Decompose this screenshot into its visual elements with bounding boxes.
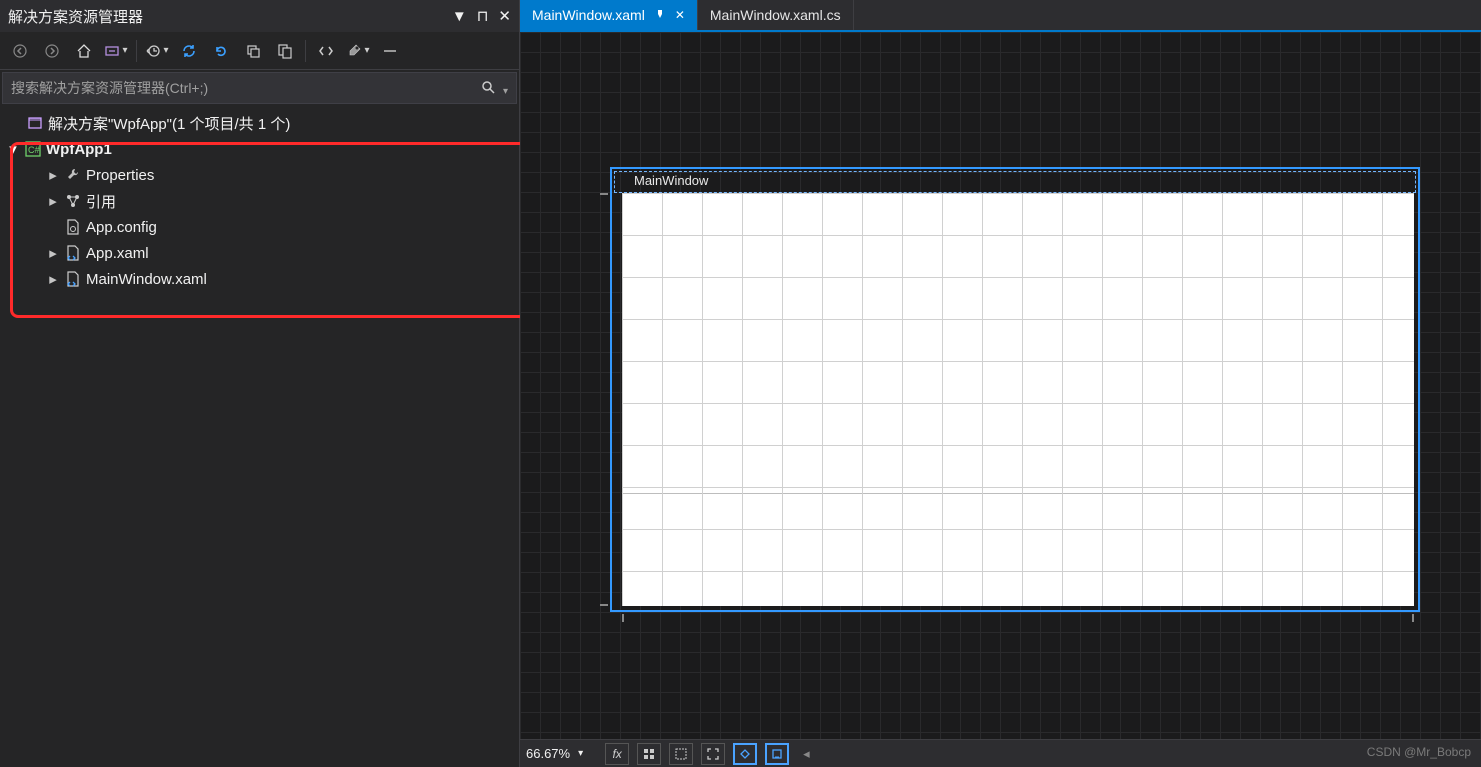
panel-toolbar: ▾ ▾ ▾ xyxy=(0,32,519,70)
panel-titlebar: 解决方案资源管理器 ▼ ⊓ ✕ xyxy=(0,0,519,32)
toolbar-separator xyxy=(305,40,306,62)
grid-snap-button[interactable] xyxy=(637,743,661,765)
zoom-level[interactable]: 66.67% xyxy=(526,746,570,761)
pin-icon[interactable]: ⊓ xyxy=(477,7,489,25)
expand-arrow-icon[interactable]: ▸ xyxy=(46,166,60,184)
csharp-project-icon: C# xyxy=(24,140,42,158)
xaml-file-icon xyxy=(64,270,82,288)
wrench-button[interactable] xyxy=(376,37,404,65)
search-input[interactable]: 搜索解决方案资源管理器(Ctrl+;) ▾ xyxy=(2,72,517,104)
tree-item-label: App.xaml xyxy=(86,245,149,262)
tree-item-appconfig[interactable]: App.config xyxy=(0,214,519,240)
document-tabs: MainWindow.xaml ✕ MainWindow.xaml.cs xyxy=(520,0,1481,32)
references-icon xyxy=(64,192,82,210)
history-button[interactable]: ▾ xyxy=(143,37,171,65)
home-button[interactable] xyxy=(70,37,98,65)
xaml-designer[interactable]: MainWindow xyxy=(520,32,1481,739)
tree-project-node[interactable]: ▾ C# WpfApp1 xyxy=(0,136,519,162)
solution-icon xyxy=(26,114,44,132)
tree-solution-label: 解决方案"WpfApp"(1 个项目/共 1 个) xyxy=(48,113,290,134)
tree-item-label: App.config xyxy=(86,219,157,236)
collapse-all-button[interactable] xyxy=(239,37,267,65)
solution-switch-button[interactable]: ▾ xyxy=(102,37,130,65)
ruler-mark xyxy=(1412,614,1414,622)
sync-button[interactable] xyxy=(175,37,203,65)
expand-arrow-icon[interactable]: ▾ xyxy=(6,140,20,158)
chevron-down-icon: ▾ xyxy=(364,45,369,56)
close-icon[interactable]: ✕ xyxy=(675,8,685,22)
tree-item-appxaml[interactable]: ▸ App.xaml xyxy=(0,240,519,266)
expand-arrow-icon[interactable]: ▸ xyxy=(46,192,60,210)
dropdown-icon[interactable]: ▼ xyxy=(452,8,467,25)
designer-window-titlebar: MainWindow xyxy=(612,169,1418,191)
editor-area: MainWindow.xaml ✕ MainWindow.xaml.cs Mai… xyxy=(520,0,1481,767)
snap-lines-button[interactable] xyxy=(669,743,693,765)
expand-arrow-icon[interactable]: ▸ xyxy=(46,244,60,262)
wrench-icon xyxy=(64,166,82,184)
svg-text:C#: C# xyxy=(28,145,40,155)
tree-item-references[interactable]: ▸ 引用 xyxy=(0,188,519,214)
refresh-button[interactable] xyxy=(207,37,235,65)
close-icon[interactable]: ✕ xyxy=(498,7,511,25)
ruler-mark xyxy=(600,193,608,195)
search-icon: ▾ xyxy=(481,80,508,97)
tab-mainwindow-xaml-cs[interactable]: MainWindow.xaml.cs xyxy=(698,0,854,30)
effects-button[interactable]: fx xyxy=(605,743,629,765)
chevron-down-icon[interactable]: ▾ xyxy=(578,748,583,759)
nav-forward-button[interactable] xyxy=(38,37,66,65)
tree-item-label: Properties xyxy=(86,167,154,184)
solution-tree: 解决方案"WpfApp"(1 个项目/共 1 个) ▾ C# WpfApp1 ▸… xyxy=(0,106,519,767)
designer-window-frame[interactable]: MainWindow xyxy=(610,167,1420,612)
expand-arrow-icon[interactable]: ▸ xyxy=(46,270,60,288)
designer-statusbar: 66.67% ▾ fx ◂ xyxy=(520,739,1481,767)
show-all-files-button[interactable] xyxy=(271,37,299,65)
toggle-code-button[interactable] xyxy=(765,743,789,765)
properties-button[interactable]: ▾ xyxy=(344,37,372,65)
tab-label: MainWindow.xaml xyxy=(532,7,645,23)
fit-selection-button[interactable] xyxy=(701,743,725,765)
pin-icon[interactable] xyxy=(655,8,665,22)
toggle-artboard-button[interactable] xyxy=(733,743,757,765)
config-file-icon xyxy=(64,218,82,236)
tree-item-label: 引用 xyxy=(86,191,116,212)
designer-window-canvas[interactable] xyxy=(622,193,1414,606)
ruler-mark xyxy=(622,614,624,622)
tree-item-mainwindow[interactable]: ▸ MainWindow.xaml xyxy=(0,266,519,292)
xaml-file-icon xyxy=(64,244,82,262)
ruler-mark xyxy=(600,604,608,606)
toolbar-separator xyxy=(136,40,137,62)
scroll-left-icon[interactable]: ◂ xyxy=(803,746,810,762)
designer-window-title: MainWindow xyxy=(634,173,708,188)
tree-project-label: WpfApp1 xyxy=(46,141,112,158)
chevron-down-icon: ▾ xyxy=(122,45,127,56)
tab-label: MainWindow.xaml.cs xyxy=(710,7,841,23)
tree-item-label: MainWindow.xaml xyxy=(86,271,207,288)
tab-mainwindow-xaml[interactable]: MainWindow.xaml ✕ xyxy=(520,0,698,30)
solution-explorer-panel: 解决方案资源管理器 ▼ ⊓ ✕ ▾ ▾ xyxy=(0,0,520,767)
watermark-text: CSDN @Mr_Bobcp xyxy=(1367,745,1471,759)
code-view-button[interactable] xyxy=(312,37,340,65)
panel-title-text: 解决方案资源管理器 xyxy=(8,6,143,27)
tree-item-properties[interactable]: ▸ Properties xyxy=(0,162,519,188)
tree-solution-node[interactable]: 解决方案"WpfApp"(1 个项目/共 1 个) xyxy=(0,110,519,136)
search-placeholder-text: 搜索解决方案资源管理器(Ctrl+;) xyxy=(11,78,208,98)
chevron-down-icon: ▾ xyxy=(163,45,168,56)
nav-back-button[interactable] xyxy=(6,37,34,65)
